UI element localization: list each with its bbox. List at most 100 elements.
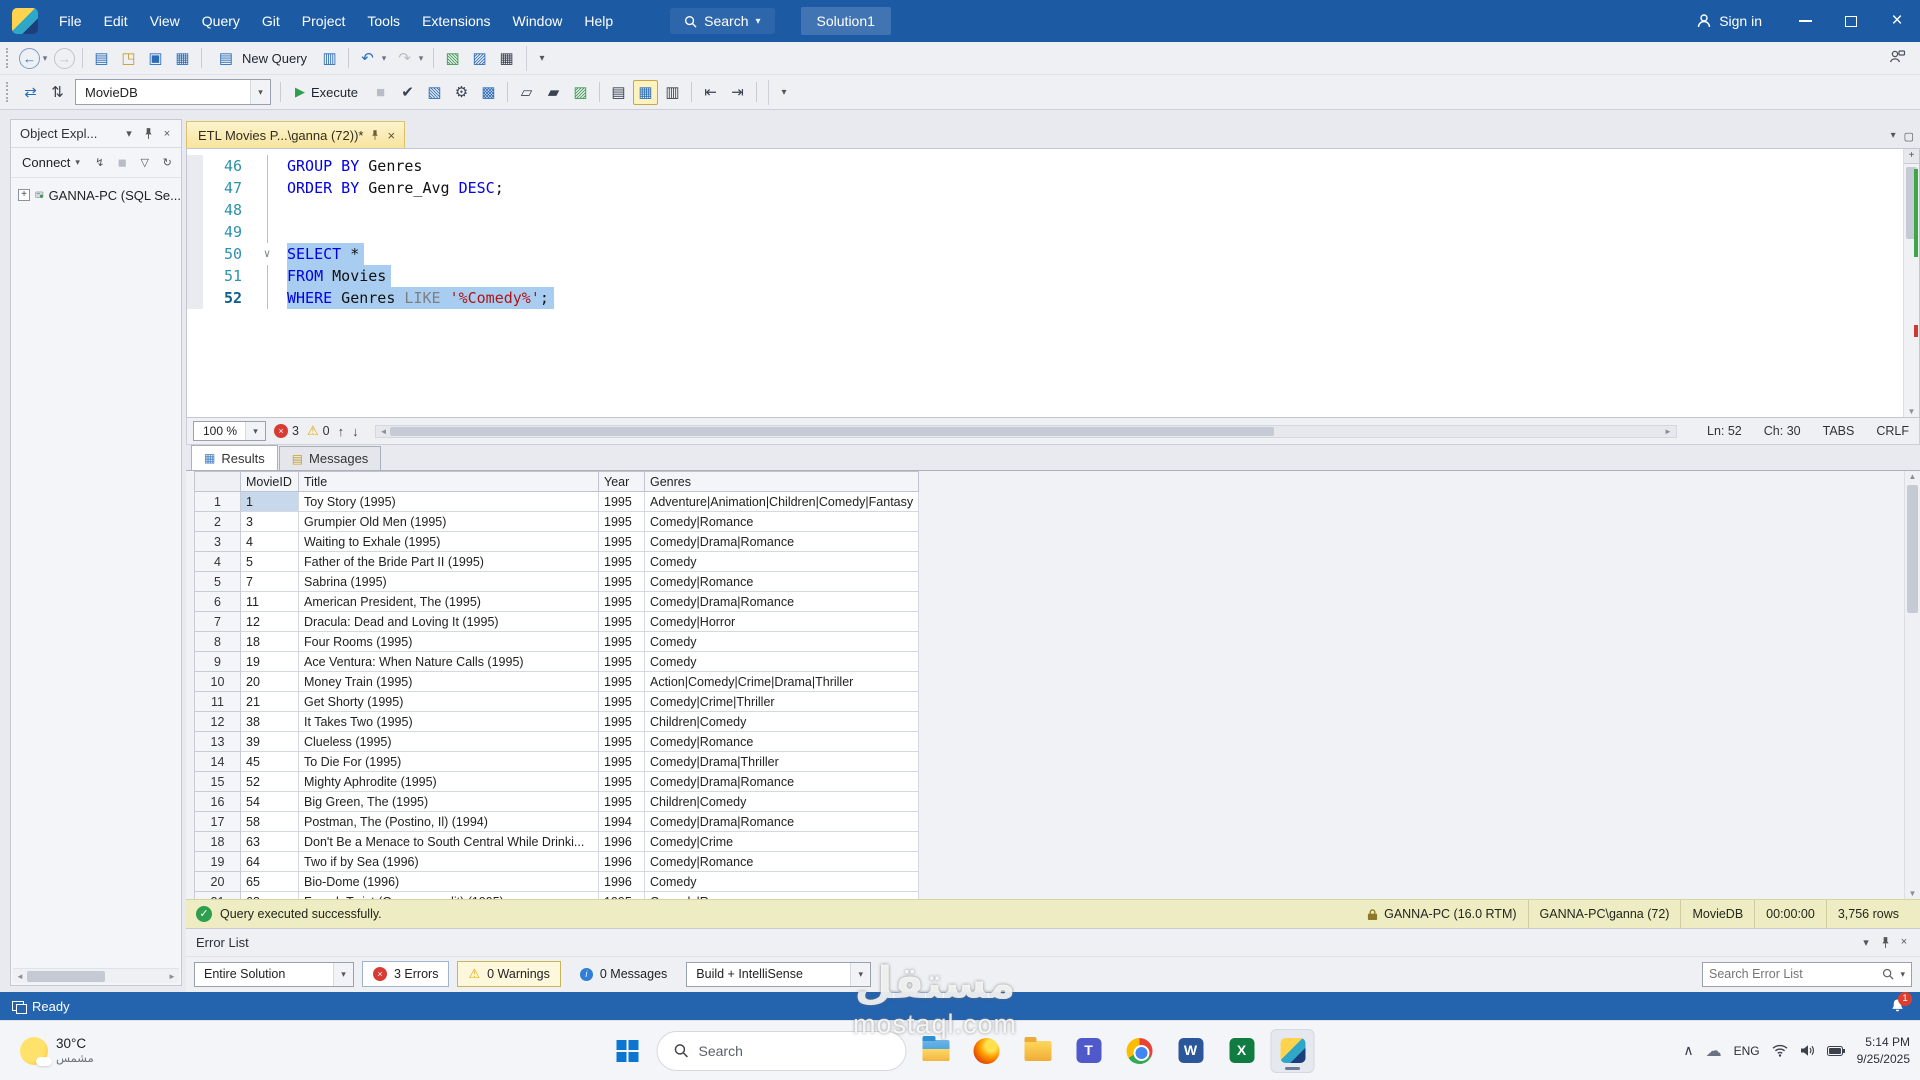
grid-cell[interactable]: Sabrina (1995)	[299, 572, 599, 592]
include-actual-plan-icon[interactable]: ▨	[568, 80, 593, 105]
grid-cell[interactable]: 1995	[599, 632, 645, 652]
toolbar-options-chevron[interactable]: ▾	[526, 46, 551, 71]
grid-cell[interactable]: Grumpier Old Men (1995)	[299, 512, 599, 532]
taskbar-icon-excel[interactable]	[1220, 1029, 1264, 1073]
grid-cell[interactable]: 1	[241, 492, 299, 512]
close-button[interactable]: ×	[1874, 0, 1920, 42]
disconnect-icon[interactable]: ↯	[92, 155, 108, 171]
grid-cell[interactable]: 1995	[599, 892, 645, 900]
row-number[interactable]: 5	[195, 572, 241, 592]
grid-cell[interactable]: 1995	[599, 572, 645, 592]
document-tab[interactable]: ETL Movies P...\ganna (72))* ×	[186, 121, 405, 148]
menu-query[interactable]: Query	[191, 0, 251, 42]
scrollbar-thumb[interactable]	[1907, 485, 1918, 613]
grid-cell[interactable]: 1995	[599, 672, 645, 692]
new-engine-query-icon[interactable]: ▥	[317, 46, 342, 71]
wifi-icon[interactable]	[1772, 1044, 1788, 1057]
grid-cell[interactable]: Comedy|Drama|Romance	[645, 812, 919, 832]
menu-window[interactable]: Window	[502, 0, 574, 42]
row-number[interactable]: 7	[195, 612, 241, 632]
grid-cell[interactable]: Money Train (1995)	[299, 672, 599, 692]
row-number[interactable]: 13	[195, 732, 241, 752]
query-options-icon[interactable]: ⚙	[449, 80, 474, 105]
row-number[interactable]: 4	[195, 552, 241, 572]
taskbar-icon-ssms[interactable]	[1271, 1029, 1315, 1073]
grid-cell[interactable]: Comedy|Drama|Romance	[645, 772, 919, 792]
grid-cell[interactable]: 1995	[599, 692, 645, 712]
grid-cell[interactable]: 5	[241, 552, 299, 572]
open-file-icon[interactable]: ◳	[116, 46, 141, 71]
window-position-chevron[interactable]: ▾	[121, 126, 137, 142]
new-query-button[interactable]: ▤ New Query	[207, 42, 316, 75]
close-panel-icon[interactable]: ×	[159, 126, 175, 142]
row-number[interactable]: 18	[195, 832, 241, 852]
table-designer-icon[interactable]: ▦	[494, 46, 519, 71]
grid-cell[interactable]: 1995	[599, 592, 645, 612]
results-vscrollbar[interactable]: ▲ ▼	[1904, 471, 1920, 899]
grid-cell[interactable]: Postman, The (Postino, Il) (1994)	[299, 812, 599, 832]
row-number[interactable]: 10	[195, 672, 241, 692]
row-number[interactable]: 14	[195, 752, 241, 772]
tab-results[interactable]: ▦ Results	[191, 445, 278, 470]
maximize-button[interactable]	[1828, 0, 1874, 42]
grid-cell[interactable]: Comedy|Horror	[645, 612, 919, 632]
pin-icon[interactable]	[371, 129, 379, 141]
errors-filter-button[interactable]: × 3 Errors	[362, 961, 449, 987]
grid-cell[interactable]: 58	[241, 812, 299, 832]
column-header-genres[interactable]: Genres	[645, 472, 919, 492]
results-to-grid-icon[interactable]: ▦	[633, 80, 658, 105]
grid-cell[interactable]: 39	[241, 732, 299, 752]
change-database-icon[interactable]: ⇅	[45, 80, 70, 105]
language-indicator[interactable]: ENG	[1734, 1044, 1760, 1058]
filter-icon[interactable]: ▽	[137, 155, 153, 171]
scroll-left-icon[interactable]: ◄	[377, 427, 391, 436]
grid-cell[interactable]: 1996	[599, 832, 645, 852]
activity-monitor-icon[interactable]: ▧	[440, 46, 465, 71]
fold-margin[interactable]: ∨	[255, 243, 279, 265]
grid-cell[interactable]: 1995	[599, 732, 645, 752]
breakpoint-margin[interactable]	[187, 177, 203, 199]
split-editor-button[interactable]: +	[1904, 149, 1919, 164]
editor-vscrollbar[interactable]: + ▼	[1903, 149, 1919, 417]
zoom-combo[interactable]: 100 % ▾	[193, 421, 266, 441]
row-number[interactable]: 12	[195, 712, 241, 732]
menu-project[interactable]: Project	[291, 0, 357, 42]
row-number[interactable]: 3	[195, 532, 241, 552]
editor-hscrollbar[interactable]: ◄ ►	[375, 425, 1677, 438]
execute-button[interactable]: ▶ Execute	[286, 80, 367, 104]
parse-query-icon[interactable]: ✔	[395, 80, 420, 105]
grid-cell[interactable]: 68	[241, 892, 299, 900]
row-number[interactable]: 9	[195, 652, 241, 672]
grid-cell[interactable]: Comedy|Drama|Romance	[645, 532, 919, 552]
row-number[interactable]: 21	[195, 892, 241, 900]
grid-cell[interactable]: Comedy|Romance	[645, 892, 919, 900]
grid-cell[interactable]: American President, The (1995)	[299, 592, 599, 612]
grid-cell[interactable]: Clueless (1995)	[299, 732, 599, 752]
menu-edit[interactable]: Edit	[93, 0, 139, 42]
grid-cell[interactable]: 3	[241, 512, 299, 532]
minimize-button[interactable]	[1782, 0, 1828, 42]
column-header-movieid[interactable]: MovieID	[241, 472, 299, 492]
grid-cell[interactable]: 38	[241, 712, 299, 732]
results-grid[interactable]: MovieIDTitleYearGenres11Toy Story (1995)…	[194, 471, 919, 899]
grid-cell[interactable]: Comedy	[645, 632, 919, 652]
scroll-left-icon[interactable]: ◄	[13, 972, 27, 981]
grid-corner[interactable]	[195, 472, 241, 492]
eol-indicator[interactable]: CRLF	[1876, 424, 1909, 438]
taskbar-search[interactable]: Search	[657, 1031, 907, 1071]
object-scripting-icon[interactable]: ▨	[467, 46, 492, 71]
row-number[interactable]: 16	[195, 792, 241, 812]
grid-cell[interactable]: Four Rooms (1995)	[299, 632, 599, 652]
grid-cell[interactable]: Don't Be a Menace to South Central While…	[299, 832, 599, 852]
row-number[interactable]: 8	[195, 632, 241, 652]
grid-cell[interactable]: 1995	[599, 752, 645, 772]
taskbar-icon-file-explorer[interactable]	[914, 1029, 958, 1073]
menu-extensions[interactable]: Extensions	[411, 0, 501, 42]
save-icon[interactable]: ▣	[143, 46, 168, 71]
menu-file[interactable]: File	[48, 0, 93, 42]
breakpoint-margin[interactable]	[187, 155, 203, 177]
menu-git[interactable]: Git	[251, 0, 291, 42]
error-scope-combo[interactable]: Entire Solution ▾	[194, 962, 354, 987]
scrollbar-thumb[interactable]	[27, 971, 105, 982]
next-issue-icon[interactable]: ↓	[352, 424, 359, 439]
